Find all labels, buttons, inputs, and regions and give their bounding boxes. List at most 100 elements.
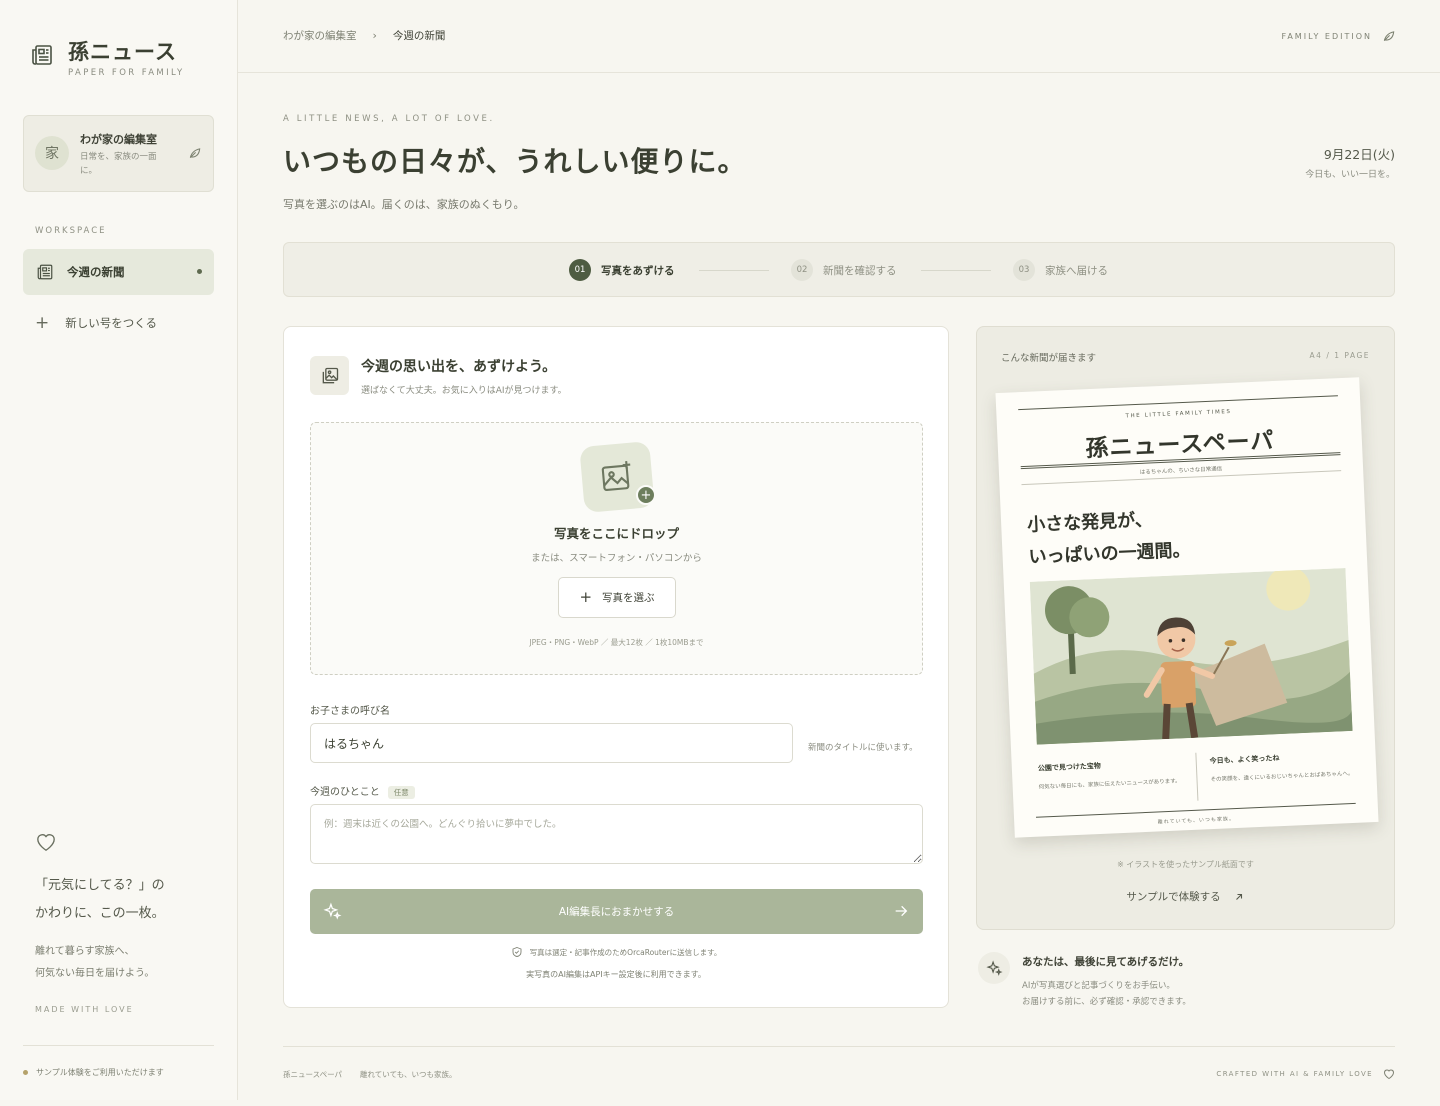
child-name-label: お子さまの呼び名 [310,706,390,717]
hero-eyebrow: A LITTLE NEWS, A LOT OF LOVE. [283,114,495,124]
avatar: 家 [35,136,69,170]
file-format-note: JPEG・PNG・WebP ／ 最大12枚 ／ 1枚10MBまで [529,638,704,647]
choose-photos-label: 写真を選ぶ [602,592,655,604]
brand-subtitle: PAPER FOR FAMILY [68,68,185,78]
sample-note-text: サンプル体験をご利用いただけます [36,1068,164,1077]
edition-text: FAMILY EDITION [1281,31,1372,41]
page-title: いつもの日々が、うれしい便りに。 [283,145,747,178]
child-in-park-illustration [1029,568,1353,745]
edition-label: FAMILY EDITION [1281,29,1396,43]
try-sample-label: サンプルで体験する [1126,891,1221,903]
stepper: 01 写真をあずける 02 新聞を確認する 03 家族へ届ける [283,242,1395,297]
sidebar-item-this-week[interactable]: 今週の新聞 [23,249,214,295]
ai-editor-button-label: AI編集長におまかせする [558,906,675,918]
room-name: わが家の編集室 [80,133,157,146]
current-date: 9月22日(火) [1323,147,1395,162]
column-title: 今日も、よく笑ったね [1209,754,1280,766]
page-size-label: A4 / 1 PAGE [1309,351,1370,360]
leaf-icon [189,148,201,159]
newspaper-column-1: 公園で見つけた宝物 何気ない毎日にも、家族に伝えたいニュースがあります。 [1038,757,1189,794]
sidebar-item-new-issue[interactable]: + 新しい号をつくる [35,314,157,332]
photo-dropzone[interactable]: + 写真をここにドロップ または、スマートフォン・パソコンから + 写真を選ぶ … [310,422,923,675]
dropzone-subtitle: または、スマートフォン・パソコンから [531,553,702,564]
topbar: わが家の編集室 › 今週の新聞 FAMILY EDITION [238,0,1440,73]
shield-check-icon [512,947,522,957]
ai-editor-button[interactable]: AI編集長におまかせする [310,889,923,934]
try-sample-link[interactable]: サンプルで体験する [977,889,1394,904]
column-body: 何気ない毎日にも、家族に伝えたいニュースがあります。 [1038,778,1181,791]
step-review[interactable]: 02 新聞を確認する [791,259,897,281]
preview-label: こんな新聞が届きます [1001,353,1097,364]
step-connector [921,270,991,271]
column-body: その笑顔を、遠くにいるおじいちゃんとおばあちゃんへ。 [1210,770,1354,784]
note-title: あなたは、最後に見てあげるだけ。 [1022,956,1190,968]
memo-label: 今週のひとこと 任意 [310,783,415,799]
sparkle-icon [323,902,342,920]
chevron-right-icon: › [372,29,377,42]
dropzone-title: 写真をここにドロップ [553,526,679,541]
heart-icon [37,834,55,851]
preview-caption: ※ イラストを使ったサンプル紙面です [1117,860,1254,869]
heart-icon [1383,1069,1395,1080]
child-name-input[interactable] [310,723,793,763]
breadcrumb: わが家の編集室 › 今週の新聞 [283,28,445,43]
date-greeting: 今日も、いい一日を。 [1305,170,1395,180]
upload-card: 今週の思い出を、あずけよう。 選ばなくて大丈夫。お気に入りはAIが見つけます。 … [283,326,949,1008]
breadcrumb-root[interactable]: わが家の編集室 [283,28,357,43]
upload-subtitle: 選ばなくて大丈夫。お気に入りはAIが見つけます。 [361,386,567,396]
newspaper-icon [32,45,52,65]
privacy-text: 写真は選定・記事作成のためOrcaRouterに送信します。 [529,947,722,957]
note-line: お届けする前に、必ず確認・承認できます。 [1022,997,1191,1007]
approval-note: あなたは、最後に見てあげるだけ。 AIが写真選びと記事づくりをお手伝い。 お届け… [976,952,1395,1012]
memo-label-text: 今週のひとこと [310,787,380,798]
active-indicator [197,269,202,274]
arrow-right-icon [895,905,908,917]
footer-right: CRAFTED WITH AI & FAMILY LOVE [1216,1068,1395,1080]
column-divider [1195,752,1199,801]
leaf-icon [1383,31,1395,42]
sidebar: 孫ニュース PAPER FOR FAMILY 家 わが家の編集室 日常を、家族の… [0,0,238,1100]
newspaper-icon [37,264,53,280]
child-name-hint: 新聞のタイトルに使います。 [808,743,918,753]
text-line: 離れて暮らす家族へ、 [35,946,135,957]
step-number: 03 [1013,259,1035,281]
headline-line: いっぱいの一週間。 [1028,539,1191,568]
sidebar-item-label: 新しい号をつくる [65,316,158,330]
api-key-note: 実写真のAI編集はAPIキー設定後に利用できます。 [526,970,706,979]
step-label: 写真をあずける [601,264,675,277]
footer-brand: 孫ニュースペーパ [283,1070,343,1079]
note-body: AIが写真選びと記事づくりをお手伝い。 お届けする前に、必ず確認・承認できます。 [1022,978,1191,1010]
brand[interactable]: 孫ニュース PAPER FOR FAMILY [30,40,185,78]
sample-note: サンプル体験をご利用いただけます [23,1067,164,1078]
sidebar-item-label: 今週の新聞 [67,265,125,279]
column-title: 公園で見つけた宝物 [1037,761,1102,773]
footer-tagline: 離れていても、いつも家族。 [360,1070,457,1079]
step-number: 02 [791,259,813,281]
note-line: AIが写真選びと記事づくりをお手伝い。 [1022,981,1175,991]
room-card[interactable]: 家 わが家の編集室 日常を、家族の一面に。 [23,115,214,192]
status-dot [23,1070,28,1075]
newspaper-column-2: 今日も、よく笑ったね その笑顔を、遠くにいるおじいちゃんとおばあちゃんへ。 [1210,750,1361,787]
plus-badge-icon: + [636,485,656,505]
step-label: 家族へ届ける [1045,264,1108,277]
privacy-note: 写真は選定・記事作成のためOrcaRouterに送信します。 [284,946,948,958]
newspaper-headline: 小さな発見が、 いっぱいの一週間。 [1027,503,1192,574]
gallery-icon [310,356,349,395]
footer-credit: CRAFTED WITH AI & FAMILY LOVE [1216,1070,1373,1078]
step-upload[interactable]: 01 写真をあずける [569,259,675,281]
newspaper-footer: 離れていても、いつも家族。 [1157,816,1236,826]
memo-textarea[interactable] [310,804,923,864]
optional-badge: 任意 [387,785,415,799]
step-connector [699,270,769,271]
sparkle-icon [978,952,1010,984]
arrow-up-right-icon [1235,893,1242,900]
workspace-label: WORKSPACE [35,226,107,236]
upload-title: 今週の思い出を、あずけよう。 [361,359,557,375]
step-label: 新聞を確認する [823,264,897,277]
step-deliver[interactable]: 03 家族へ届ける [1013,259,1108,281]
choose-photos-button[interactable]: + 写真を選ぶ [558,577,676,618]
plus-icon: + [579,588,593,606]
sample-newspaper: THE LITTLE FAMILY TIMES 孫ニュースペーパ はるちゃんの、… [995,377,1379,838]
text-line: 何気ない毎日を届けよう。 [35,968,155,979]
breadcrumb-current: 今週の新聞 [392,30,446,42]
